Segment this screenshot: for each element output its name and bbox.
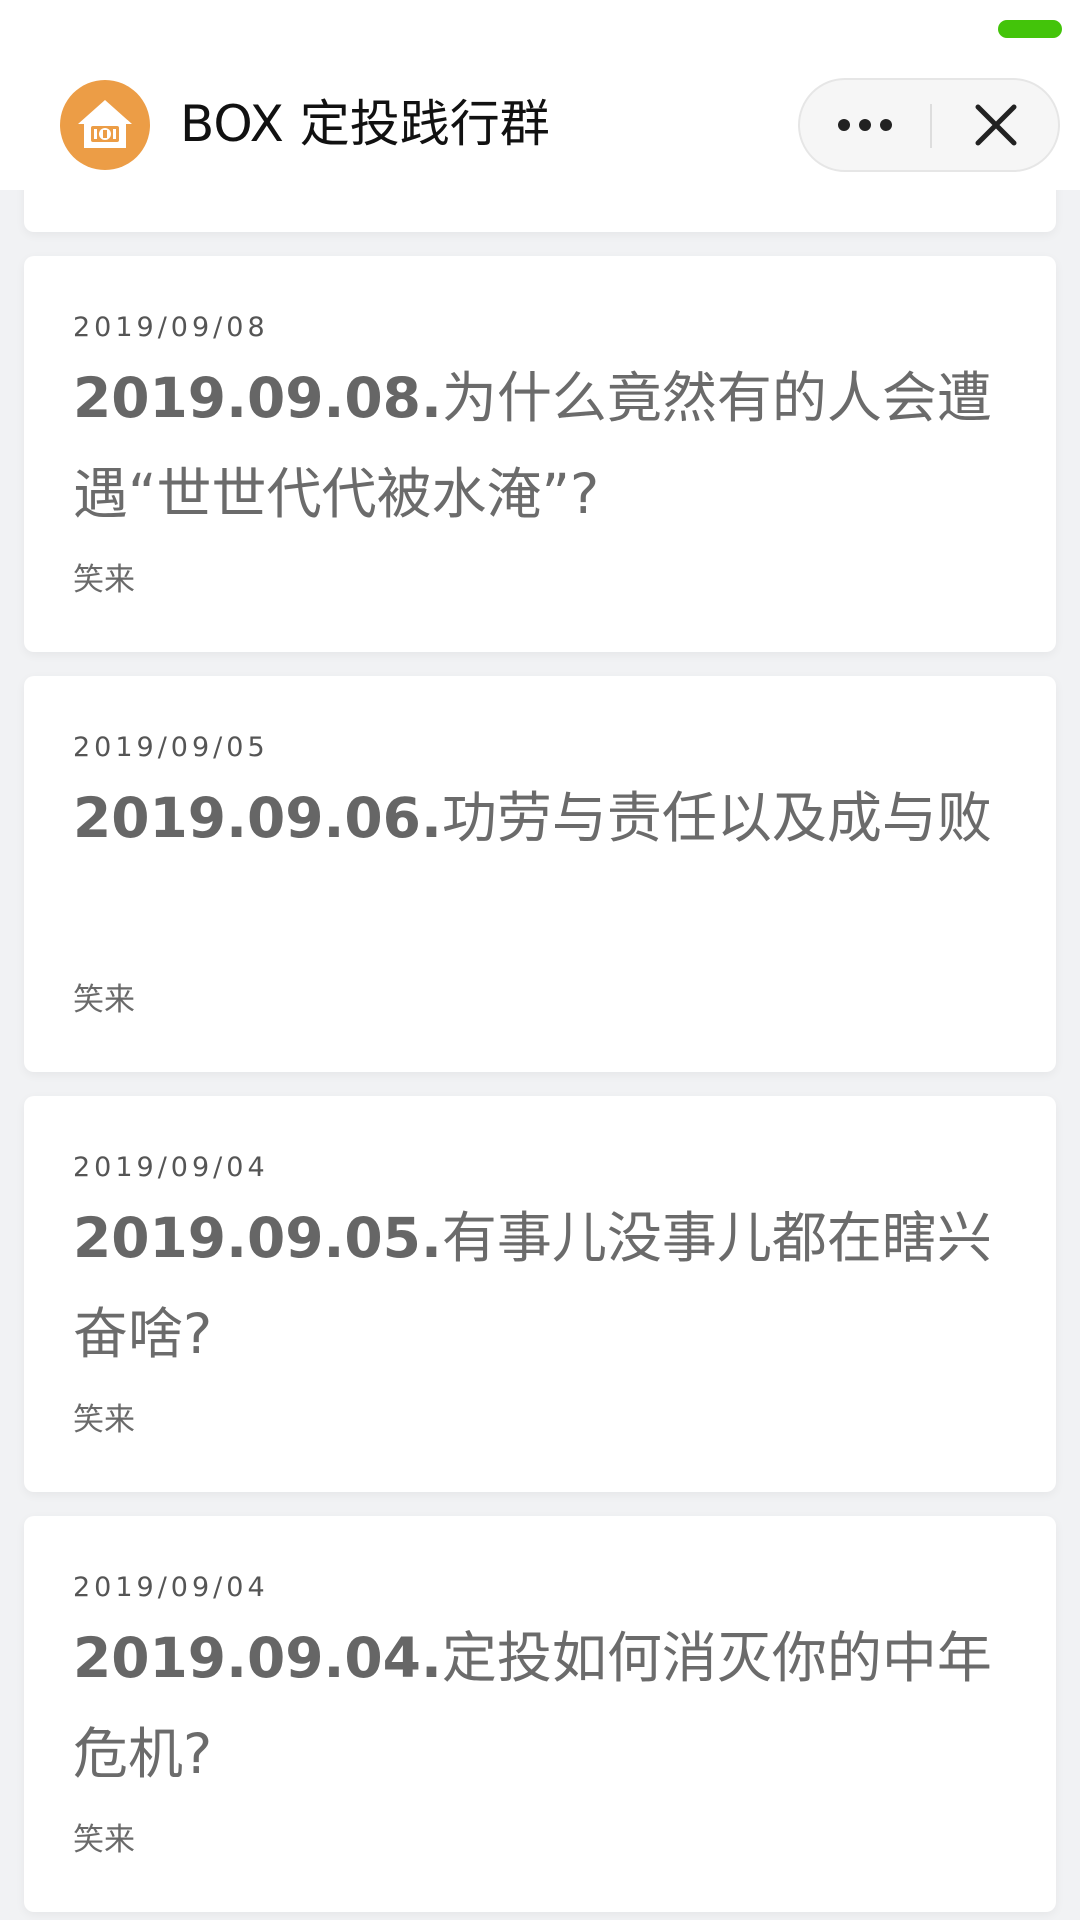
app-logo-icon: [60, 80, 150, 170]
status-indicator: [998, 20, 1062, 38]
article-title-number: 2019.09.08.: [73, 366, 442, 430]
article-author: 笑来: [73, 982, 135, 1018]
article-card[interactable]: 2019/09/08 2019.09.08.为什么竟然有的人会遭遇“世世代代被水…: [24, 256, 1056, 652]
article-title-number: 2019.09.06.: [73, 786, 442, 850]
article-title-number: 2019.09.04.: [73, 1626, 442, 1690]
article-title[interactable]: 2019.09.05.有事儿没事儿都在瞎兴奋啥?: [73, 1190, 993, 1382]
article-title-number: 2019.09.05.: [73, 1206, 442, 1270]
article-title[interactable]: 2019.09.04.定投如何消灭你的中年危机?: [73, 1610, 993, 1802]
article-card[interactable]: 2019/09/05 2019.09.06.功劳与责任以及成与败 笑来: [24, 676, 1056, 1072]
article-date: 2019/09/04: [73, 1572, 269, 1603]
article-author: 笑来: [73, 1822, 135, 1858]
article-date: 2019/09/04: [73, 1152, 269, 1183]
article-card[interactable]: 2019/09/04 2019.09.04.定投如何消灭你的中年危机? 笑来: [24, 1516, 1056, 1912]
article-title[interactable]: 2019.09.08.为什么竟然有的人会遭遇“世世代代被水淹”?: [73, 350, 993, 542]
navigation-bar: BOX 定投践行群: [0, 0, 1080, 190]
close-icon[interactable]: [932, 80, 1060, 170]
article-date: 2019/09/05: [73, 732, 269, 763]
more-dots-icon[interactable]: [800, 80, 930, 170]
article-title[interactable]: 2019.09.06.功劳与责任以及成与败: [73, 770, 993, 866]
app-title: BOX 定投践行群: [180, 95, 550, 153]
article-author: 笑来: [73, 1402, 135, 1438]
mini-program-capsule: [798, 78, 1060, 172]
article-author: 笑来: [73, 562, 135, 598]
article-card[interactable]: 2019/09/04 2019.09.05.有事儿没事儿都在瞎兴奋啥? 笑来: [24, 1096, 1056, 1492]
article-title-text: 功劳与责任以及成与败: [441, 786, 992, 850]
article-date: 2019/09/08: [73, 312, 269, 343]
